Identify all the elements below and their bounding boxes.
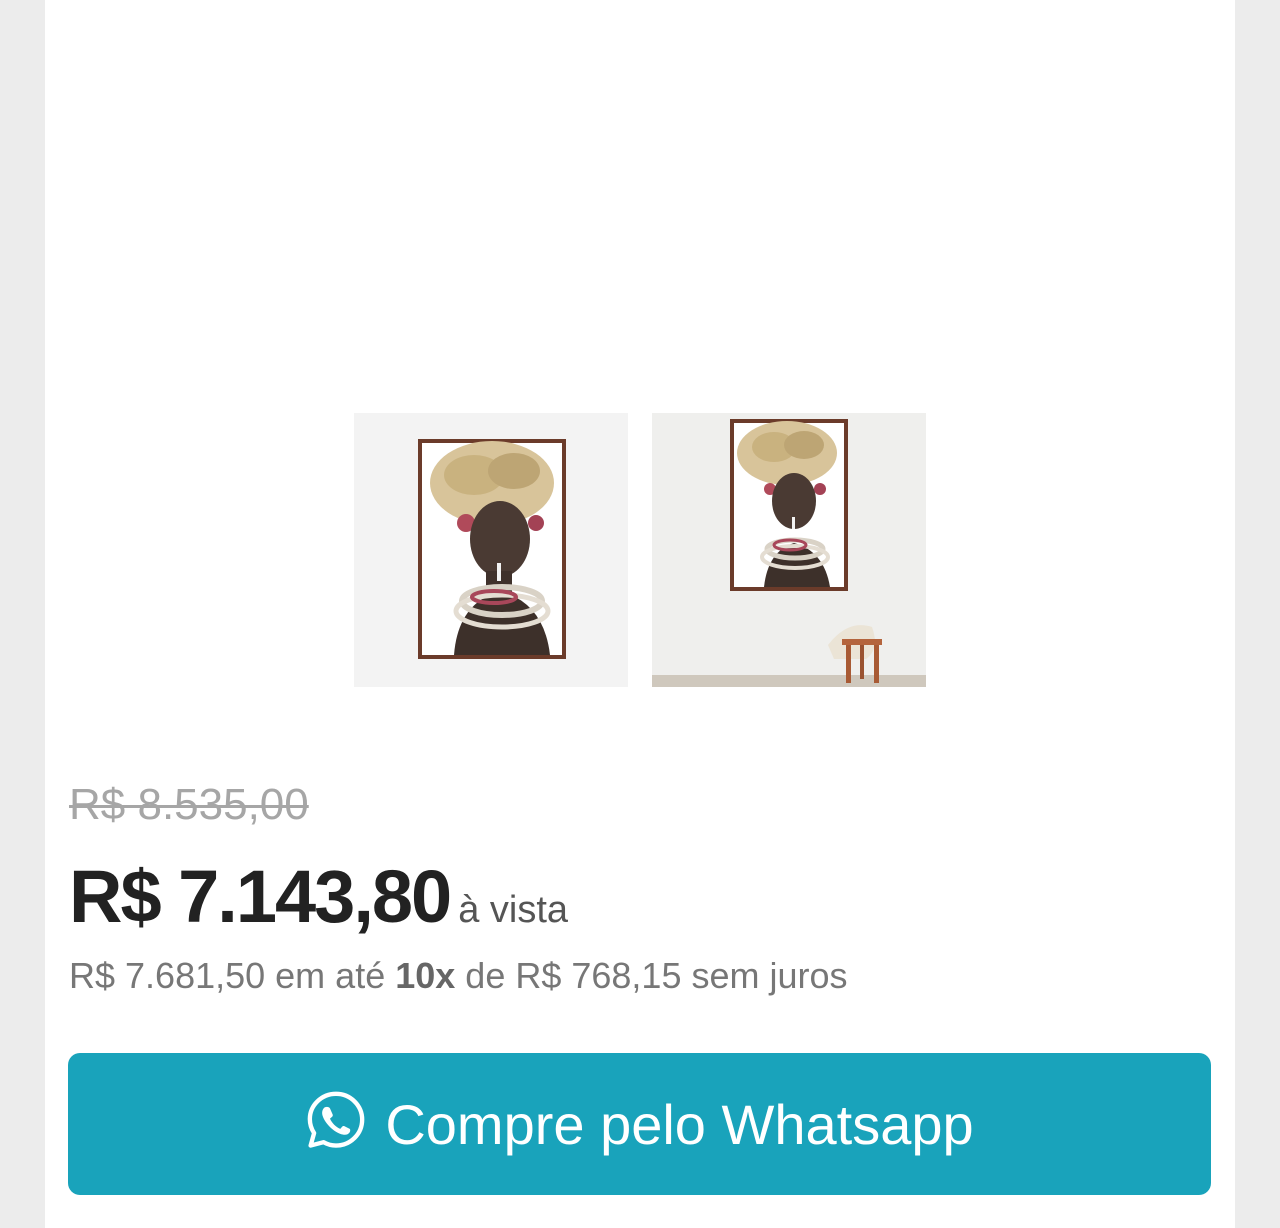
- current-price: R$ 7.143,80: [69, 855, 452, 938]
- price-row: R$ 7.143,80 à vista: [69, 852, 568, 942]
- price-suffix: à vista: [458, 889, 569, 931]
- installments-count: 10x: [395, 955, 456, 996]
- thumbnail-gallery: [354, 413, 926, 687]
- whatsapp-button-label: Compre pelo Whatsapp: [385, 1092, 974, 1156]
- room-scene-image: [652, 413, 926, 687]
- framed-portrait-image: [418, 439, 566, 659]
- whatsapp-icon: [308, 1091, 365, 1148]
- whatsapp-buy-button[interactable]: Compre pelo Whatsapp: [68, 1053, 1211, 1195]
- installments-info: R$ 7.681,50 em até 10x de R$ 768,15 sem …: [69, 952, 848, 1000]
- thumbnail-front[interactable]: [354, 413, 628, 687]
- product-card: R$ 8.535,00 R$ 7.143,80 à vista R$ 7.681,…: [45, 0, 1235, 1228]
- original-price: R$ 8.535,00: [69, 780, 309, 829]
- installments-suffix: de R$ 768,15 sem juros: [455, 955, 848, 996]
- installments-prefix: R$ 7.681,50 em até: [69, 955, 396, 996]
- thumbnail-room[interactable]: [652, 413, 926, 687]
